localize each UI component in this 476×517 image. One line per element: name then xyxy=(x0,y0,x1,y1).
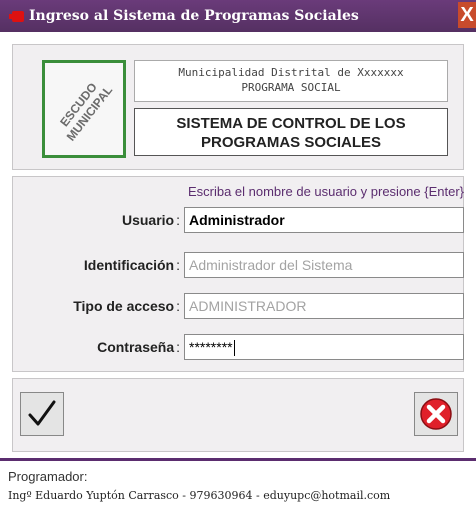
contrasena-label-text: Contraseña xyxy=(97,339,175,355)
usuario-label-text: Usuario xyxy=(121,212,175,228)
identificacion-label: Identificación: xyxy=(84,256,180,274)
label-colon: : xyxy=(176,339,180,355)
identificacion-field[interactable]: Administrador del Sistema xyxy=(184,252,464,278)
tipo-acceso-label: Tipo de acceso: xyxy=(73,297,180,315)
app-window-icon xyxy=(9,11,24,22)
program-name: PROGRAMA SOCIAL xyxy=(241,81,341,94)
cancel-button[interactable] xyxy=(414,392,458,436)
logo-text: ESCUDO MUNICIPAL xyxy=(57,80,116,144)
municipal-logo: ESCUDO MUNICIPAL xyxy=(42,60,126,158)
identificacion-label-text: Identificación xyxy=(83,257,175,273)
cancel-x-icon xyxy=(420,398,452,430)
text-caret xyxy=(233,340,235,357)
tipo-acceso-label-text: Tipo de acceso xyxy=(73,298,175,314)
close-button[interactable]: X xyxy=(458,2,476,28)
contrasena-input[interactable]: ******** xyxy=(184,334,464,360)
footer-divider xyxy=(0,458,476,461)
footer-credit: Ingº Eduardo Yuptón Carrasco - 979630964… xyxy=(8,489,391,502)
system-title: SISTEMA DE CONTROL DE LOS PROGRAMAS SOCI… xyxy=(134,108,448,156)
label-colon: : xyxy=(176,257,180,273)
checkmark-icon xyxy=(28,400,56,426)
footer-title: Programador: xyxy=(8,469,88,484)
title-bar[interactable]: Ingreso al Sistema de Programas Sociales… xyxy=(0,0,476,32)
tipo-acceso-field[interactable]: ADMINISTRADOR xyxy=(184,293,464,319)
municipality-box: Municipalidad Distrital de Xxxxxxx PROGR… xyxy=(134,60,448,102)
contrasena-label: Contraseña: xyxy=(97,338,180,356)
button-panel xyxy=(12,378,464,452)
ok-button[interactable] xyxy=(20,392,64,436)
usuario-label: Usuario: xyxy=(122,211,180,229)
label-colon: : xyxy=(176,298,180,314)
form-hint: Escriba el nombre de usuario y presione … xyxy=(187,184,464,199)
municipality-name: Municipalidad Distrital de Xxxxxxx xyxy=(178,66,404,79)
label-colon: : xyxy=(176,212,180,228)
password-mask: ******** xyxy=(189,339,233,355)
window-title: Ingreso al Sistema de Programas Sociales xyxy=(29,8,359,24)
usuario-input[interactable]: Administrador xyxy=(184,207,464,233)
